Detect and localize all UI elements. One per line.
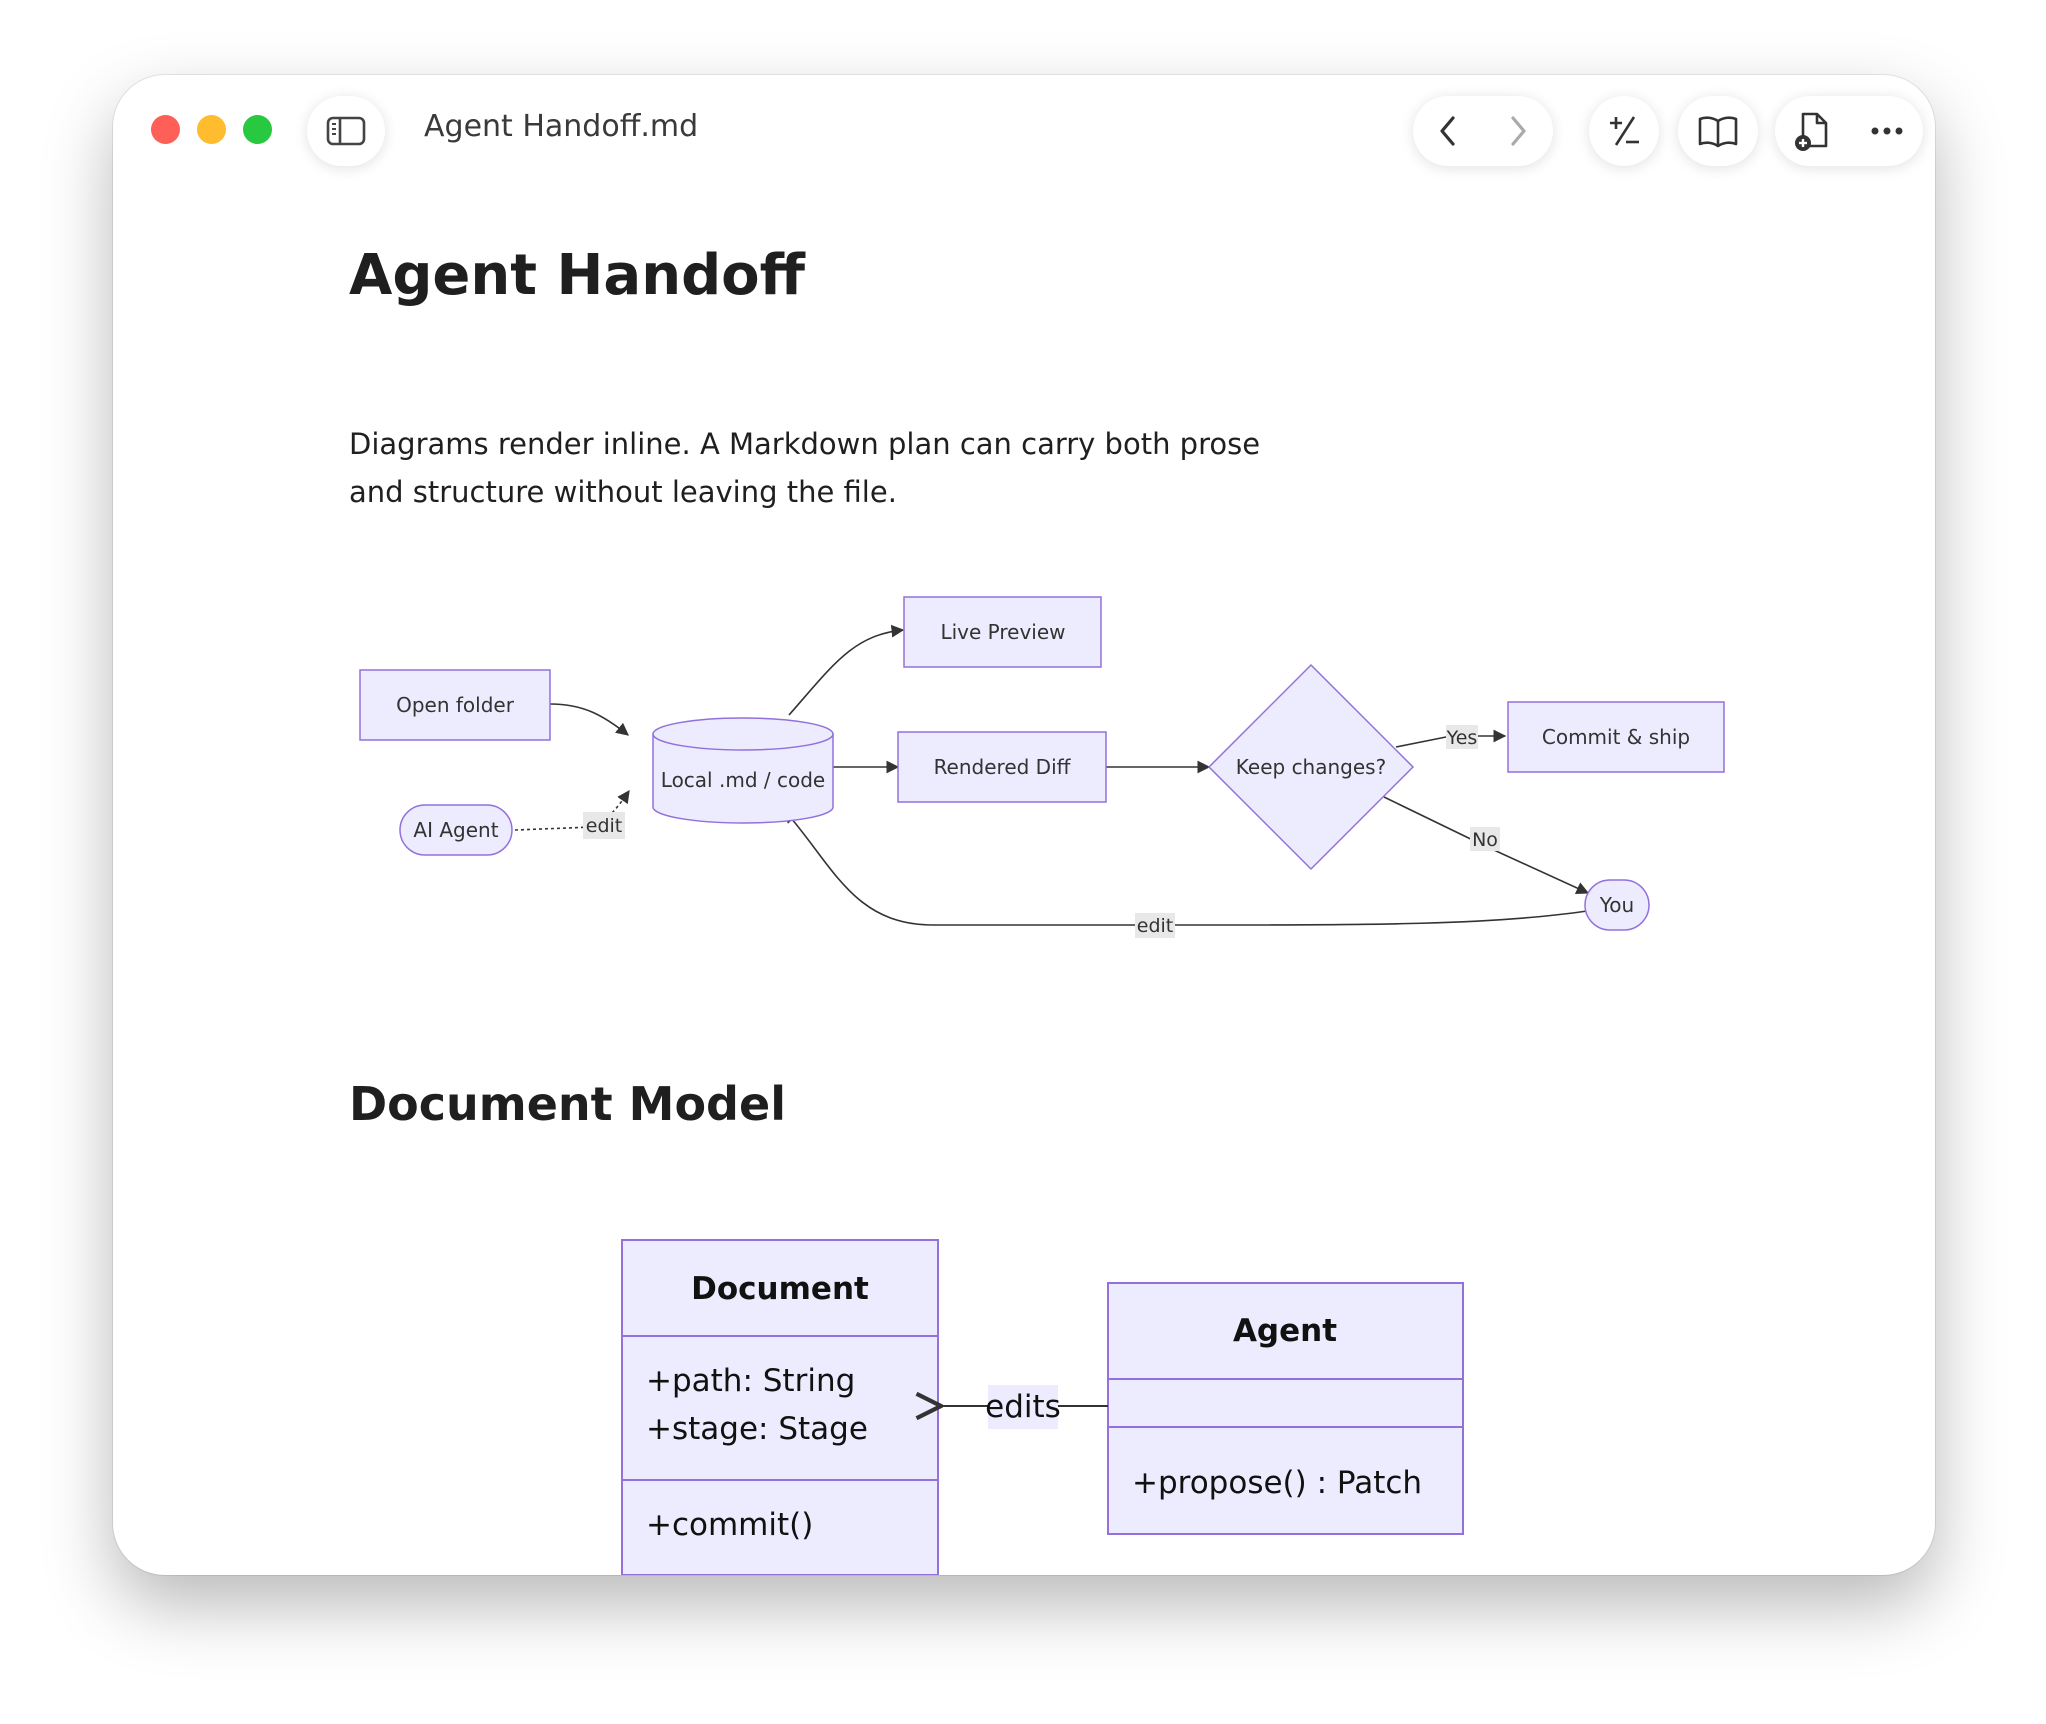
node-rendered-diff-label: Rendered Diff: [934, 755, 1072, 779]
node-commit-ship-label: Commit & ship: [1542, 725, 1690, 749]
edge-label-you-edit: edit: [1137, 915, 1173, 937]
chevron-right-icon[interactable]: [1506, 114, 1530, 148]
node-open-folder-label: Open folder: [396, 693, 515, 717]
document-actions-group: [1775, 96, 1923, 166]
class-document-attr: +stage: Stage: [646, 1411, 868, 1447]
edge-open-to-local: [549, 703, 629, 736]
node-live-preview-label: Live Preview: [940, 620, 1065, 644]
plus-minus-icon: [1610, 116, 1639, 146]
book-icon: [1698, 116, 1738, 148]
edge-agent-to-local: [514, 789, 630, 831]
navigation-group: [1413, 96, 1553, 166]
edge-you-to-local: [784, 810, 1588, 926]
node-ai-agent-label: AI Agent: [413, 818, 498, 842]
class-document-name: Document: [691, 1271, 869, 1307]
zoom-button[interactable]: [243, 115, 272, 144]
node-you: [1584, 879, 1650, 931]
edge-no: [1383, 796, 1590, 895]
diff-toggle-button[interactable]: [1589, 96, 1659, 166]
node-ai-agent: [399, 804, 513, 856]
class-agent: [1107, 1282, 1464, 1535]
edge-label-yes: Yes: [1446, 727, 1478, 749]
reader-mode-button[interactable]: [1678, 96, 1758, 166]
sidebar-icon: [326, 116, 366, 146]
section-heading: Document Model: [349, 1077, 786, 1131]
node-open-folder: [359, 669, 551, 741]
node-you-label: You: [1599, 893, 1634, 917]
node-local-code: [652, 717, 834, 824]
edge-label-no: No: [1472, 829, 1498, 851]
close-button[interactable]: [151, 115, 180, 144]
class-agent-name: Agent: [1233, 1313, 1337, 1349]
node-commit-ship: [1507, 701, 1725, 773]
edge-label-agent-edit: edit: [586, 815, 622, 837]
class-document: [621, 1239, 939, 1575]
node-local-code-label: Local .md / code: [661, 768, 825, 792]
minimize-button[interactable]: [197, 115, 226, 144]
edge-label-bg: [583, 812, 625, 839]
edge-yes: [1395, 729, 1507, 748]
relation-label-bg: [988, 1385, 1058, 1429]
chevron-left-icon[interactable]: [1436, 114, 1460, 148]
sidebar-toggle-button[interactable]: [307, 96, 385, 166]
document-title: Agent Handoff: [349, 243, 805, 308]
node-keep-changes-label: Keep changes?: [1236, 755, 1386, 779]
title-bar: Agent Handoff.md: [113, 75, 1935, 185]
app-window: Agent Handoff.md Agent Handoff Diagrams …: [113, 75, 1935, 1575]
new-document-icon[interactable]: [1794, 110, 1832, 152]
edge-local-to-preview: [788, 624, 905, 716]
node-live-preview: [903, 596, 1102, 668]
node-keep-changes: [1207, 663, 1415, 871]
ellipsis-icon[interactable]: [1870, 126, 1904, 136]
class-document-method: +commit(): [646, 1507, 813, 1543]
class-agent-method: +propose() : Patch: [1132, 1465, 1422, 1501]
class-document-attr: +path: String: [646, 1363, 855, 1399]
node-rendered-diff: [897, 731, 1107, 803]
window-title: Agent Handoff.md: [424, 109, 699, 144]
intro-paragraph: Diagrams render inline. A Markdown plan …: [349, 427, 1261, 509]
relation-edits-label: edits: [985, 1389, 1061, 1425]
